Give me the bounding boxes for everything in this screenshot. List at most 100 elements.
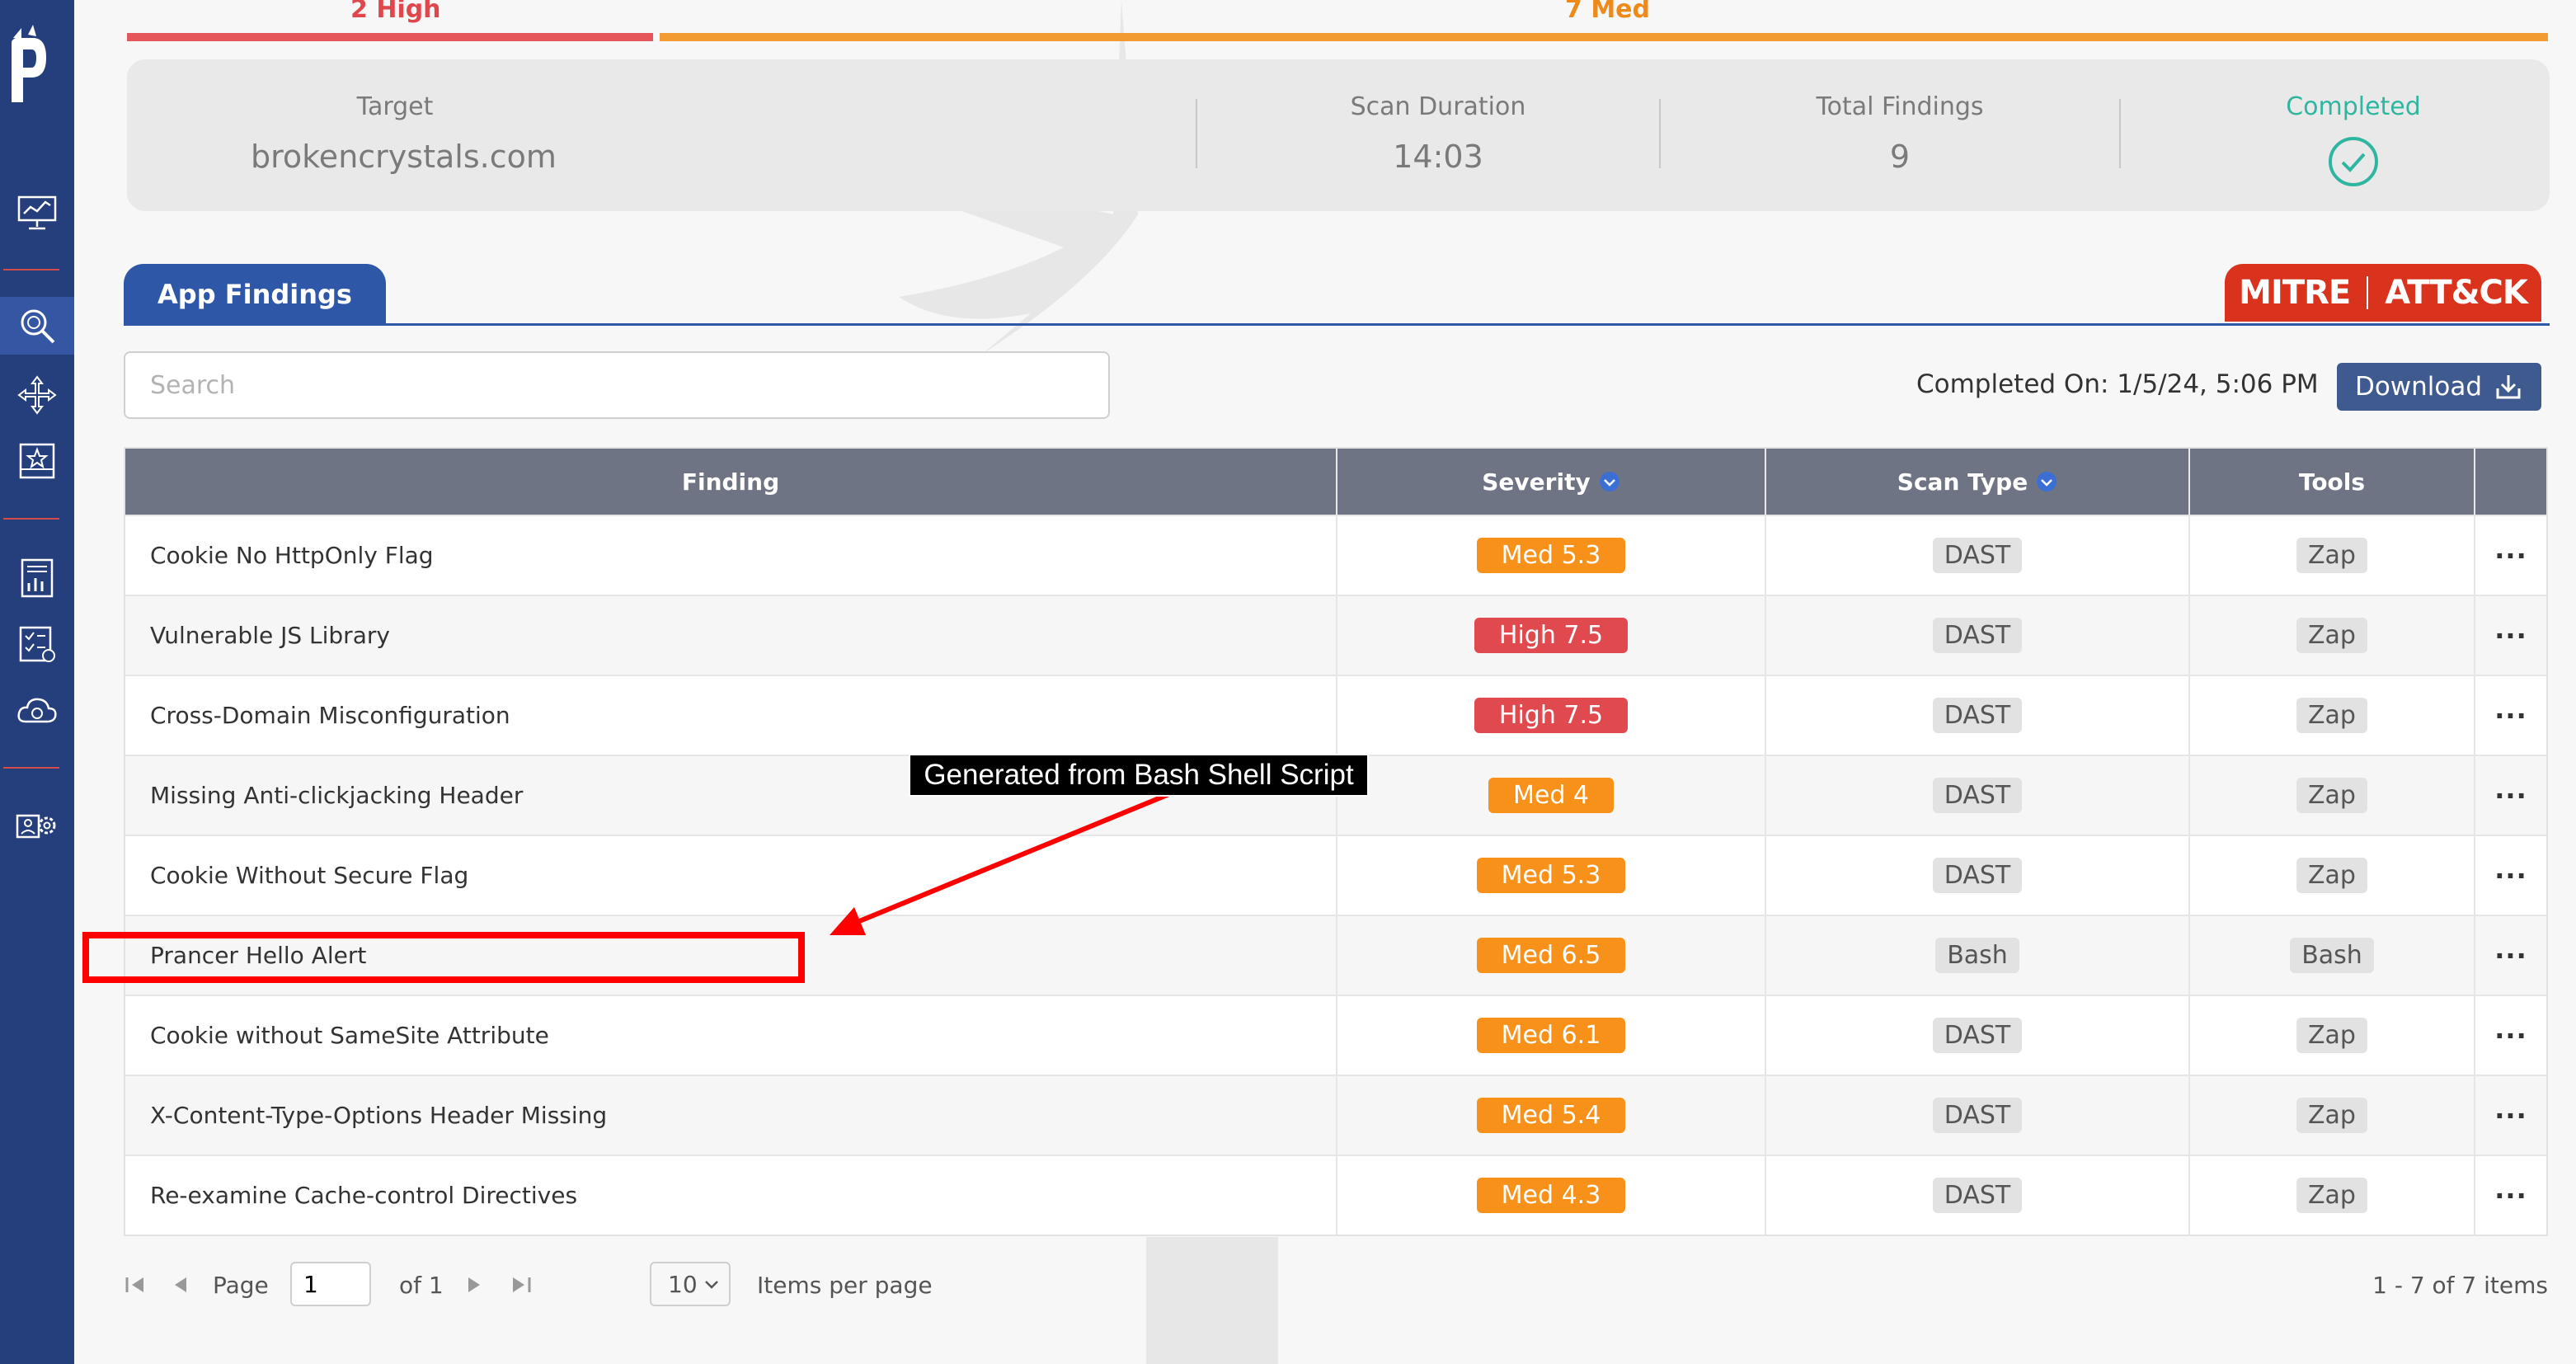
first-page-icon[interactable] (124, 1262, 148, 1308)
table-row[interactable]: X-Content-Type-Options Header Missing Med… (125, 1075, 2546, 1155)
summary-divider (2119, 99, 2121, 168)
row-actions-cell: ··· (2475, 516, 2546, 595)
finding-cell[interactable]: Cookie No HttpOnly Flag (125, 516, 1337, 595)
tool-badge: Bash (2290, 938, 2374, 973)
download-icon (2496, 375, 2521, 399)
tool-cell: Zap (2190, 516, 2475, 595)
mitre-label: MITRE (2239, 274, 2351, 312)
scan-type-cell: DAST (1766, 756, 2190, 835)
next-page-icon[interactable] (462, 1262, 487, 1308)
chevron-down-icon[interactable] (2036, 471, 2057, 492)
star-grid-icon[interactable] (0, 432, 74, 490)
table-header: Finding Severity Scan Type Tools (125, 449, 2546, 515)
more-options-icon[interactable]: ··· (2494, 940, 2527, 971)
chevron-down-icon[interactable] (1599, 471, 1620, 492)
high-severity-bar (127, 33, 653, 41)
header-tools[interactable]: Tools (2190, 449, 2475, 515)
severity-badge: Med 5.3 (1476, 538, 1626, 573)
table-row[interactable]: Cookie Without Secure Flag Med 5.3 DAST Zap… (125, 835, 2546, 915)
tab-app-findings[interactable]: App Findings (124, 264, 386, 325)
items-range-label: 1 - 7 of 7 items (2372, 1271, 2548, 1299)
checklist-icon[interactable] (0, 615, 74, 673)
severity-cell: High 7.5 (1337, 676, 1766, 755)
finding-name: Missing Anti-clickjacking Header (150, 782, 524, 809)
finding-cell[interactable]: Vulnerable JS Library (125, 596, 1337, 675)
dashboard-icon[interactable] (0, 183, 74, 241)
summary-divider (1659, 99, 1661, 168)
severity-cell: Med 4.3 (1337, 1156, 1766, 1235)
severity-badge: High 7.5 (1474, 698, 1629, 733)
finding-cell[interactable]: Cookie without SameSite Attribute (125, 996, 1337, 1075)
scan-type-badge: Bash (1935, 938, 2019, 973)
finding-name: Cross-Domain Misconfiguration (150, 702, 510, 729)
annotation-arrow-icon (830, 788, 1181, 935)
move-icon[interactable] (0, 366, 74, 424)
tool-badge: Zap (2296, 1098, 2367, 1133)
severity-cell: Med 5.3 (1337, 836, 1766, 915)
finding-name: Cookie without SameSite Attribute (150, 1022, 549, 1049)
tool-cell: Bash (2190, 916, 2475, 995)
more-options-icon[interactable]: ··· (2494, 700, 2527, 731)
more-options-icon[interactable]: ··· (2494, 540, 2527, 571)
row-actions-cell: ··· (2475, 916, 2546, 995)
total-findings-value: 9 (1889, 139, 1911, 175)
high-count-label: 2 High (350, 0, 441, 24)
cloud-icon[interactable] (0, 683, 74, 741)
download-button[interactable]: Download (2337, 363, 2541, 411)
header-tools-label: Tools (2298, 468, 2366, 496)
severity-badge: High 7.5 (1474, 618, 1629, 653)
page-number-input[interactable] (290, 1262, 371, 1306)
scan-type-badge: DAST (1932, 538, 2023, 573)
search-scan-icon[interactable] (0, 297, 74, 355)
check-circle-icon (2329, 137, 2378, 186)
table-row[interactable]: Cookie without SameSite Attribute Med 6.1… (125, 995, 2546, 1075)
mitre-attack-button[interactable]: MITRE ATT&CK (2225, 264, 2541, 322)
finding-name: X-Content-Type-Options Header Missing (150, 1102, 608, 1129)
finding-name: Re-examine Cache-control Directives (150, 1182, 578, 1209)
settings-users-icon[interactable] (0, 797, 74, 854)
finding-cell[interactable]: Re-examine Cache-control Directives (125, 1156, 1337, 1235)
more-options-icon[interactable]: ··· (2494, 780, 2527, 811)
more-options-icon[interactable]: ··· (2494, 1020, 2527, 1051)
table-row[interactable]: Cookie No HttpOnly Flag Med 5.3 DAST Zap ··· (125, 515, 2546, 595)
prev-page-icon[interactable] (168, 1262, 193, 1308)
main-content: 2 High 7 Med Target brokencrystals.com S… (74, 0, 2576, 1364)
header-severity[interactable]: Severity (1337, 449, 1766, 515)
sidebar-divider (3, 767, 59, 769)
tool-cell: Zap (2190, 676, 2475, 755)
more-options-icon[interactable]: ··· (2494, 860, 2527, 891)
completed-on-text: Completed On: 1/5/24, 5:06 PM (1916, 369, 2319, 399)
header-scan-type[interactable]: Scan Type (1766, 449, 2190, 515)
search-input[interactable] (124, 351, 1110, 419)
severity-badge: Med 5.4 (1476, 1098, 1626, 1133)
items-per-page-select[interactable]: 10 (650, 1262, 731, 1306)
severity-badge: Med 6.1 (1476, 1018, 1626, 1053)
table-body: Cookie No HttpOnly Flag Med 5.3 DAST Zap ···… (125, 515, 2546, 1235)
tool-badge: Zap (2296, 618, 2367, 653)
table-row[interactable]: Vulnerable JS Library High 7.5 DAST Zap ··· (125, 595, 2546, 675)
target-value: brokencrystals.com (251, 139, 557, 175)
prancer-logo[interactable] (0, 23, 74, 114)
more-options-icon[interactable]: ··· (2494, 620, 2527, 651)
finding-cell[interactable]: Cross-Domain Misconfiguration (125, 676, 1337, 755)
more-options-icon[interactable]: ··· (2494, 1100, 2527, 1131)
sidebar-divider (3, 518, 59, 520)
report-icon[interactable] (0, 549, 74, 607)
attack-label: ATT&CK (2385, 274, 2528, 312)
highlight-box (82, 932, 805, 983)
scan-type-cell: DAST (1766, 676, 2190, 755)
table-row[interactable]: Cross-Domain Misconfiguration High 7.5 DAS… (125, 675, 2546, 755)
last-page-icon[interactable] (508, 1262, 533, 1308)
header-finding[interactable]: Finding (125, 449, 1337, 515)
more-options-icon[interactable]: ··· (2494, 1180, 2527, 1211)
header-finding-label: Finding (681, 468, 780, 496)
finding-cell[interactable]: X-Content-Type-Options Header Missing (125, 1076, 1337, 1155)
tab-underline (124, 323, 2550, 326)
severity-badge: Med 4 (1488, 778, 1614, 813)
scan-type-badge: DAST (1932, 1178, 2023, 1213)
mitre-separator (2367, 276, 2369, 309)
duration-summary: Scan Duration 14:03 (1314, 59, 1562, 211)
table-row[interactable]: Re-examine Cache-control Directives Med 4… (125, 1155, 2546, 1235)
tool-badge: Zap (2296, 1178, 2367, 1213)
severity-cell: High 7.5 (1337, 596, 1766, 675)
